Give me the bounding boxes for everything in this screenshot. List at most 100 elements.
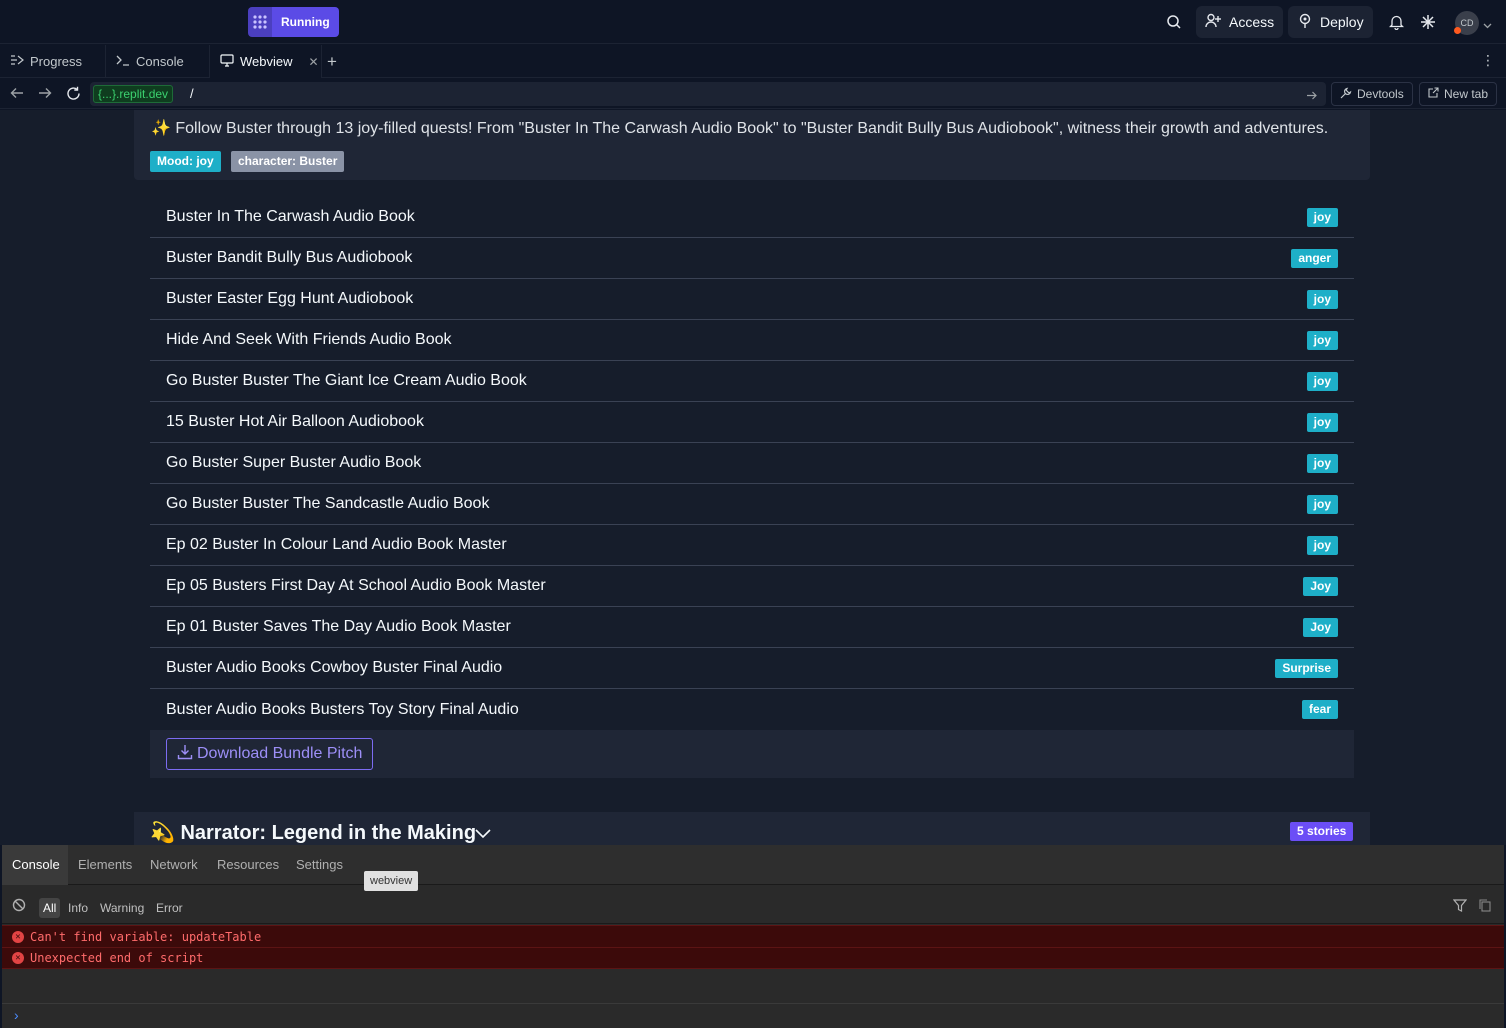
error-icon: ✕ bbox=[12, 930, 24, 943]
run-status-label: Running bbox=[272, 7, 339, 37]
download-bundle-button[interactable]: Download Bundle Pitch bbox=[166, 738, 374, 770]
devtools-button[interactable]: Devtools bbox=[1331, 82, 1413, 106]
deploy-label: Deploy bbox=[1320, 14, 1364, 30]
search-icon[interactable] bbox=[1163, 11, 1185, 33]
download-label: Download Bundle Pitch bbox=[197, 745, 363, 762]
narrator-title: 💫 Narrator: Legend in the Making bbox=[150, 822, 477, 844]
reload-icon[interactable] bbox=[66, 86, 81, 106]
url-path: / bbox=[190, 86, 194, 101]
tooltip: webview bbox=[364, 871, 419, 891]
tab-bar: Progress Console Webview ✕ + ⋮ bbox=[0, 45, 1506, 78]
terminal-icon bbox=[116, 54, 130, 69]
story-title: Go Buster Buster The Sandcastle Audio Bo… bbox=[166, 495, 490, 512]
mood-badge: joy bbox=[1306, 535, 1338, 555]
bell-icon[interactable] bbox=[1385, 11, 1407, 33]
devtools-tab-console[interactable]: Console bbox=[2, 845, 68, 885]
story-row[interactable]: Buster In The Carwash Audio Book joy bbox=[150, 197, 1354, 238]
devtools-tab-elements[interactable]: Elements bbox=[78, 845, 132, 885]
deploy-button[interactable]: Deploy bbox=[1288, 6, 1373, 38]
story-count-badge: 5 stories bbox=[1290, 822, 1354, 841]
run-status-pill[interactable]: Running bbox=[248, 7, 339, 37]
filter-warning[interactable]: Warning bbox=[100, 898, 144, 918]
mood-badge: joy bbox=[1306, 207, 1338, 227]
avatar-initials: CD bbox=[1460, 18, 1474, 28]
story-row[interactable]: Hide And Seek With Friends Audio Book joy bbox=[150, 320, 1354, 361]
tab-label: Progress bbox=[30, 54, 83, 69]
story-row[interactable]: Buster Audio Books Busters Toy Story Fin… bbox=[150, 689, 1354, 730]
filter-info[interactable]: Info bbox=[68, 898, 88, 918]
tab-console[interactable]: Console bbox=[106, 45, 210, 78]
tab-label: Webview bbox=[240, 54, 293, 69]
access-button[interactable]: Access bbox=[1196, 6, 1284, 38]
address-bar: {...}.replit.dev / Devtools New tab bbox=[0, 79, 1506, 109]
story-row[interactable]: Ep 05 Busters First Day At School Audio … bbox=[150, 566, 1354, 607]
wrench-icon bbox=[1340, 87, 1352, 102]
story-row[interactable]: Ep 01 Buster Saves The Day Audio Book Ma… bbox=[150, 607, 1354, 648]
devtools-tab-network[interactable]: Network bbox=[150, 845, 198, 885]
chevron-down-icon[interactable] bbox=[475, 826, 491, 844]
tab-webview[interactable]: Webview ✕ bbox=[210, 45, 322, 78]
url-domain: {...}.replit.dev bbox=[93, 85, 174, 103]
access-label: Access bbox=[1229, 14, 1275, 30]
devtools-panel: Console Elements Network Resources Setti… bbox=[2, 845, 1504, 1028]
notification-dot bbox=[1454, 27, 1461, 34]
devtools-tab-settings[interactable]: Settings bbox=[296, 845, 343, 885]
new-tab-button[interactable]: New tab bbox=[1419, 82, 1498, 106]
devtools-tab-resources[interactable]: Resources bbox=[217, 845, 279, 885]
story-title: Ep 05 Busters First Day At School Audio … bbox=[166, 577, 546, 594]
narrator-section-header[interactable]: 💫 Narrator: Legend in the Making 5 stori… bbox=[134, 812, 1370, 845]
external-link-icon bbox=[1428, 87, 1439, 101]
story-title: Ep 01 Buster Saves The Day Audio Book Ma… bbox=[166, 618, 511, 635]
story-title: Buster Audio Books Cowboy Buster Final A… bbox=[166, 659, 503, 676]
story-title: Buster Bandit Bully Bus Audiobook bbox=[166, 249, 413, 266]
story-row[interactable]: Buster Easter Egg Hunt Audiobook joy bbox=[150, 279, 1354, 320]
console-input[interactable]: › bbox=[2, 1003, 1504, 1028]
story-row[interactable]: Go Buster Buster The Sandcastle Audio Bo… bbox=[150, 484, 1354, 525]
mood-badge: joy bbox=[1306, 453, 1338, 473]
story-title: Go Buster Super Buster Audio Book bbox=[166, 454, 422, 471]
character-tag: character: Buster bbox=[231, 151, 345, 172]
story-row[interactable]: Buster Bandit Bully Bus Audiobook anger bbox=[150, 238, 1354, 279]
webview-frame: ✨ Follow Buster through 13 joy-filled qu… bbox=[0, 110, 1506, 845]
more-options-icon[interactable]: ⋮ bbox=[1481, 52, 1495, 69]
forward-arrow-icon[interactable] bbox=[38, 86, 52, 105]
tab-label: Console bbox=[136, 54, 184, 69]
error-message: Unexpected end of script bbox=[30, 951, 204, 965]
sparkle-icon[interactable] bbox=[1417, 11, 1439, 33]
story-row[interactable]: 15 Buster Hot Air Balloon Audiobook joy bbox=[150, 402, 1354, 443]
filter-error[interactable]: Error bbox=[156, 898, 183, 918]
story-list: Buster In The Carwash Audio Book joy Bust… bbox=[150, 197, 1354, 730]
clear-console-icon[interactable] bbox=[12, 898, 26, 917]
devtools-label: Devtools bbox=[1357, 87, 1404, 101]
url-input[interactable]: {...}.replit.dev / bbox=[90, 82, 1326, 106]
tab-progress[interactable]: Progress bbox=[0, 45, 106, 78]
go-arrow-icon[interactable] bbox=[1306, 88, 1317, 106]
mood-badge: joy bbox=[1306, 330, 1338, 350]
error-message: Can't find variable: updateTable bbox=[30, 929, 262, 944]
story-title: Buster In The Carwash Audio Book bbox=[166, 208, 415, 225]
filter-icon[interactable] bbox=[1452, 899, 1468, 917]
monitor-icon bbox=[220, 53, 234, 70]
add-tab-icon[interactable]: + bbox=[327, 52, 337, 72]
top-bar: Running Access Deploy CD bbox=[0, 0, 1506, 44]
story-row[interactable]: Go Buster Buster The Giant Ice Cream Aud… bbox=[150, 361, 1354, 402]
console-filter-bar: All Info Warning Error bbox=[2, 891, 1504, 924]
mood-badge: Surprise bbox=[1275, 658, 1338, 678]
mood-badge: fear bbox=[1301, 700, 1338, 719]
story-row[interactable]: Go Buster Super Buster Audio Book joy bbox=[150, 443, 1354, 484]
close-icon[interactable]: ✕ bbox=[309, 55, 319, 69]
download-icon bbox=[177, 744, 193, 765]
back-arrow-icon[interactable] bbox=[10, 86, 24, 105]
story-row[interactable]: Ep 02 Buster In Colour Land Audio Book M… bbox=[150, 525, 1354, 566]
bundle-description-card: ✨ Follow Buster through 13 joy-filled qu… bbox=[134, 110, 1370, 180]
error-icon: ✕ bbox=[12, 952, 24, 964]
story-row[interactable]: Buster Audio Books Cowboy Buster Final A… bbox=[150, 648, 1354, 689]
mood-badge: Joy bbox=[1303, 576, 1338, 596]
replit-grid-icon bbox=[248, 7, 272, 37]
copy-icon[interactable] bbox=[1479, 899, 1491, 917]
mood-badge: joy bbox=[1306, 412, 1338, 432]
chevron-down-icon[interactable] bbox=[1483, 16, 1492, 34]
filter-all[interactable]: All bbox=[39, 898, 61, 918]
console-error-row: ✕ Unexpected end of script bbox=[2, 947, 1504, 969]
add-user-icon bbox=[1205, 13, 1222, 31]
